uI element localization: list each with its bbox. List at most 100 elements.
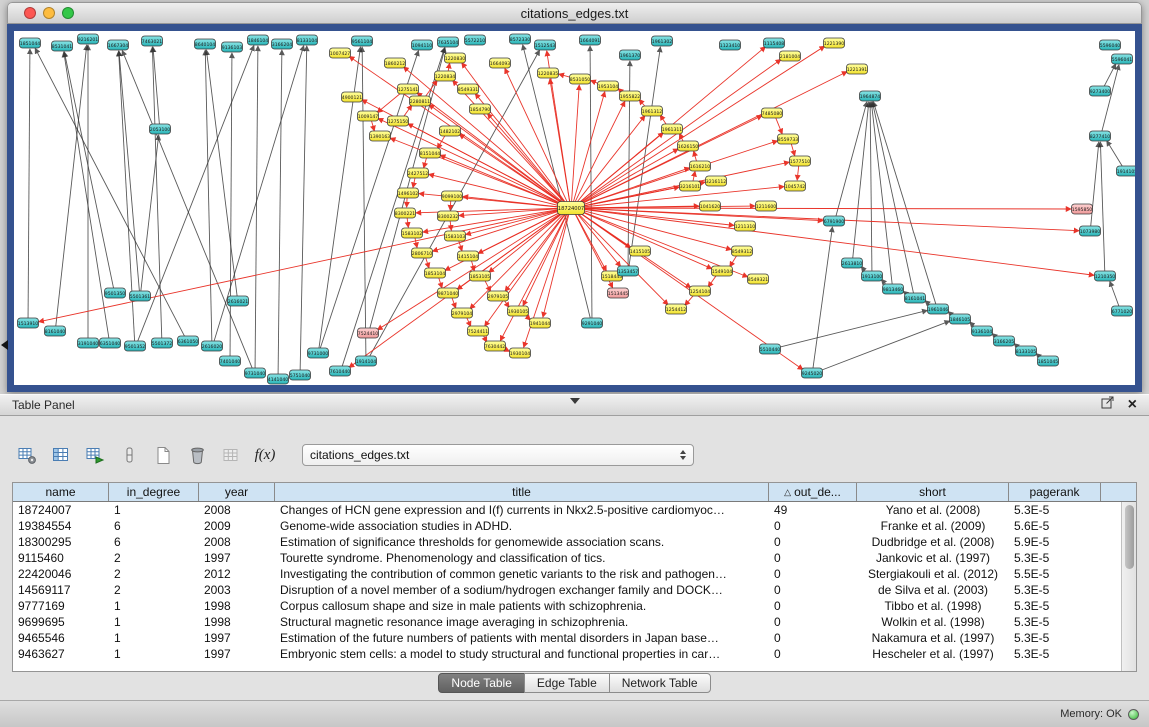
graph-node[interactable]: 1667304 <box>108 40 129 50</box>
graph-node[interactable]: 1482102 <box>440 126 461 136</box>
tab-edge-table[interactable]: Edge Table <box>524 673 610 693</box>
graph-edge[interactable] <box>362 47 366 357</box>
column-header-name[interactable]: name <box>13 483 109 501</box>
graph-node[interactable]: 1073980 <box>1080 226 1101 236</box>
graph-node[interactable]: 1964874 <box>860 91 881 101</box>
graph-edge[interactable] <box>818 321 950 372</box>
graph-node[interactable]: 1930105 <box>508 306 529 316</box>
graph-edge[interactable] <box>470 211 567 309</box>
graph-node[interactable]: 7610440 <box>330 366 351 376</box>
graph-node[interactable]: 1390163 <box>370 131 391 141</box>
table-row[interactable]: 946362711997Embryonic stem cells: a mode… <box>13 646 1121 662</box>
graph-edge[interactable] <box>230 53 232 357</box>
graph-node[interactable]: 1123410 <box>720 40 741 50</box>
graph-node[interactable]: 3166204 <box>272 39 293 49</box>
graph-node[interactable]: 8133105 <box>1016 346 1037 356</box>
graph-node[interactable]: 1254104 <box>690 286 711 296</box>
graph-edge[interactable] <box>543 212 570 317</box>
graph-node[interactable]: 1210350 <box>1095 271 1116 281</box>
graph-node[interactable]: 8640104 <box>195 39 216 49</box>
graph-node[interactable]: 8277410 <box>1090 131 1111 141</box>
graph-node[interactable]: 1583103 <box>445 231 466 241</box>
graph-node[interactable]: 2280811 <box>410 96 431 106</box>
graph-edge[interactable] <box>403 67 566 206</box>
graph-node[interactable]: 1851045 <box>1038 356 1059 366</box>
graph-node[interactable]: 1254412 <box>666 304 687 314</box>
graph-node[interactable]: 6771020 <box>1112 306 1133 316</box>
close-panel-icon[interactable]: × <box>1128 397 1137 413</box>
table-settings-button[interactable] <box>14 442 40 468</box>
graph-node[interactable]: 1275141 <box>398 84 419 94</box>
graph-node[interactable]: 1955822 <box>620 91 641 101</box>
graph-edge[interactable] <box>205 50 212 342</box>
graph-node[interactable]: 7463021 <box>142 36 163 46</box>
graph-node[interactable]: 8161040 <box>45 326 66 336</box>
graph-edge[interactable] <box>278 50 282 375</box>
graph-node[interactable]: 1961312 <box>642 106 663 116</box>
table-source-select[interactable]: citations_edges.txt <box>302 444 694 466</box>
graph-node[interactable]: 1583102 <box>402 228 423 238</box>
graph-node[interactable]: 1664091 <box>580 35 601 45</box>
graph-node[interactable]: 9136104 <box>972 326 993 336</box>
graph-node[interactable]: 1041620 <box>700 201 721 211</box>
table-row[interactable]: 2242004622012Investigating the contribut… <box>13 566 1121 582</box>
graph-edge[interactable] <box>1107 141 1124 168</box>
choose-columns-button[interactable] <box>48 442 74 468</box>
graph-node[interactable]: 1115408 <box>764 38 785 48</box>
table-row[interactable]: 1830029562008Estimation of significance … <box>13 534 1121 550</box>
graph-node[interactable]: 9291040 <box>582 318 603 328</box>
row-options-button[interactable] <box>116 442 142 468</box>
graph-node[interactable]: 1415105 <box>630 246 651 256</box>
graph-node[interactable]: 9731040 <box>245 368 266 378</box>
graph-node[interactable]: 7485080 <box>762 108 783 118</box>
graph-node[interactable]: 7635104 <box>438 37 459 47</box>
graph-node[interactable]: 1513910 <box>18 318 39 328</box>
graph-node[interactable]: 1220830 <box>445 53 466 63</box>
graph-edge[interactable] <box>255 46 258 369</box>
graph-node[interactable]: 3216112 <box>706 176 727 186</box>
graph-node[interactable]: 2616021 <box>228 296 249 306</box>
graph-node[interactable]: 1353457 <box>618 266 639 276</box>
graph-node[interactable]: 2181004 <box>780 51 801 61</box>
graph-node[interactable]: 8161041 <box>905 293 926 303</box>
graph-node[interactable]: 2053100 <box>150 124 171 134</box>
graph-edge[interactable] <box>836 102 867 217</box>
graph-node[interactable]: 1930104 <box>510 348 531 358</box>
graph-node[interactable]: 1853104 <box>425 268 446 278</box>
graph-node[interactable]: 8559733 <box>778 134 799 144</box>
graph-edge[interactable] <box>56 45 87 327</box>
graph-node[interactable]: 9245020 <box>802 368 823 378</box>
graph-node[interactable]: 1854790 <box>470 104 491 114</box>
graph-node[interactable]: 1913100 <box>862 271 883 281</box>
graph-node[interactable]: 1577510 <box>790 156 811 166</box>
graph-node[interactable]: 1221390 <box>824 38 845 48</box>
graph-node[interactable]: 3216101 <box>680 181 701 191</box>
graph-node[interactable]: 2979105 <box>488 291 509 301</box>
graph-node[interactable]: 1211600 <box>756 201 777 211</box>
graph-node[interactable]: 4900121 <box>342 92 363 102</box>
edit-table-button[interactable] <box>82 442 108 468</box>
graph-node[interactable]: 9501350 <box>105 288 126 298</box>
graph-edge[interactable] <box>1110 281 1120 307</box>
graph-edge[interactable] <box>450 200 451 210</box>
graph-node[interactable]: 8549321 <box>748 274 769 284</box>
graph-edge[interactable] <box>872 102 913 294</box>
create-column-button[interactable] <box>150 442 176 468</box>
graph-node[interactable]: 9136103 <box>222 42 243 52</box>
network-window-titlebar[interactable]: citations_edges.txt <box>7 2 1142 24</box>
graph-node[interactable]: 3166205 <box>994 336 1015 346</box>
column-header-in_degree[interactable]: in_degree <box>109 483 199 501</box>
table-row[interactable]: 911546021997Tourette syndrome. Phenomeno… <box>13 550 1121 566</box>
graph-node[interactable]: 1961046 <box>928 304 949 314</box>
column-header-short[interactable]: short <box>857 483 1009 501</box>
graph-edge[interactable] <box>1100 142 1104 272</box>
graph-node[interactable]: 1513445 <box>608 288 629 298</box>
graph-node-hub[interactable]: 18724007 <box>558 202 585 215</box>
graph-node[interactable]: 8151044 <box>420 148 441 158</box>
graph-edge[interactable] <box>408 124 566 207</box>
graph-node[interactable]: 1961370 <box>620 50 641 60</box>
graph-edge[interactable] <box>64 52 113 289</box>
column-header-pagerank[interactable]: pagerank <box>1009 483 1101 501</box>
graph-node[interactable]: 9099100 <box>442 191 463 201</box>
graph-node[interactable]: 9813460 <box>883 284 904 294</box>
